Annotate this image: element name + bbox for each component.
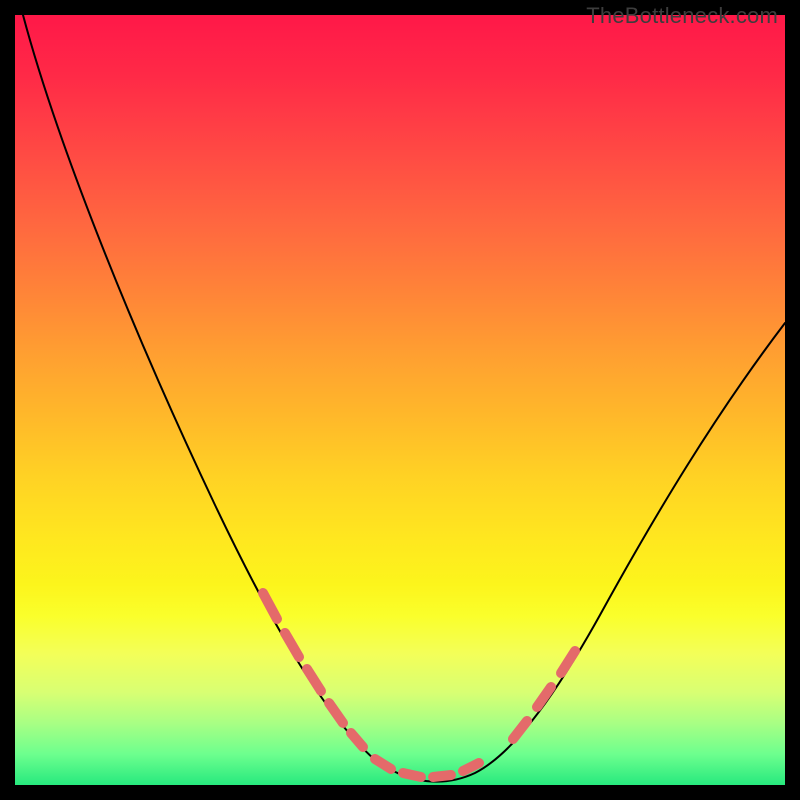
bottleneck-curve — [23, 15, 785, 782]
highlight-trough — [375, 759, 479, 777]
watermark-text: TheBottleneck.com — [586, 3, 778, 29]
curve-svg — [15, 15, 785, 785]
highlight-right-ascent — [513, 651, 575, 739]
chart-frame: TheBottleneck.com — [0, 0, 800, 800]
plot-area — [15, 15, 785, 785]
highlight-left-descent — [263, 593, 363, 747]
